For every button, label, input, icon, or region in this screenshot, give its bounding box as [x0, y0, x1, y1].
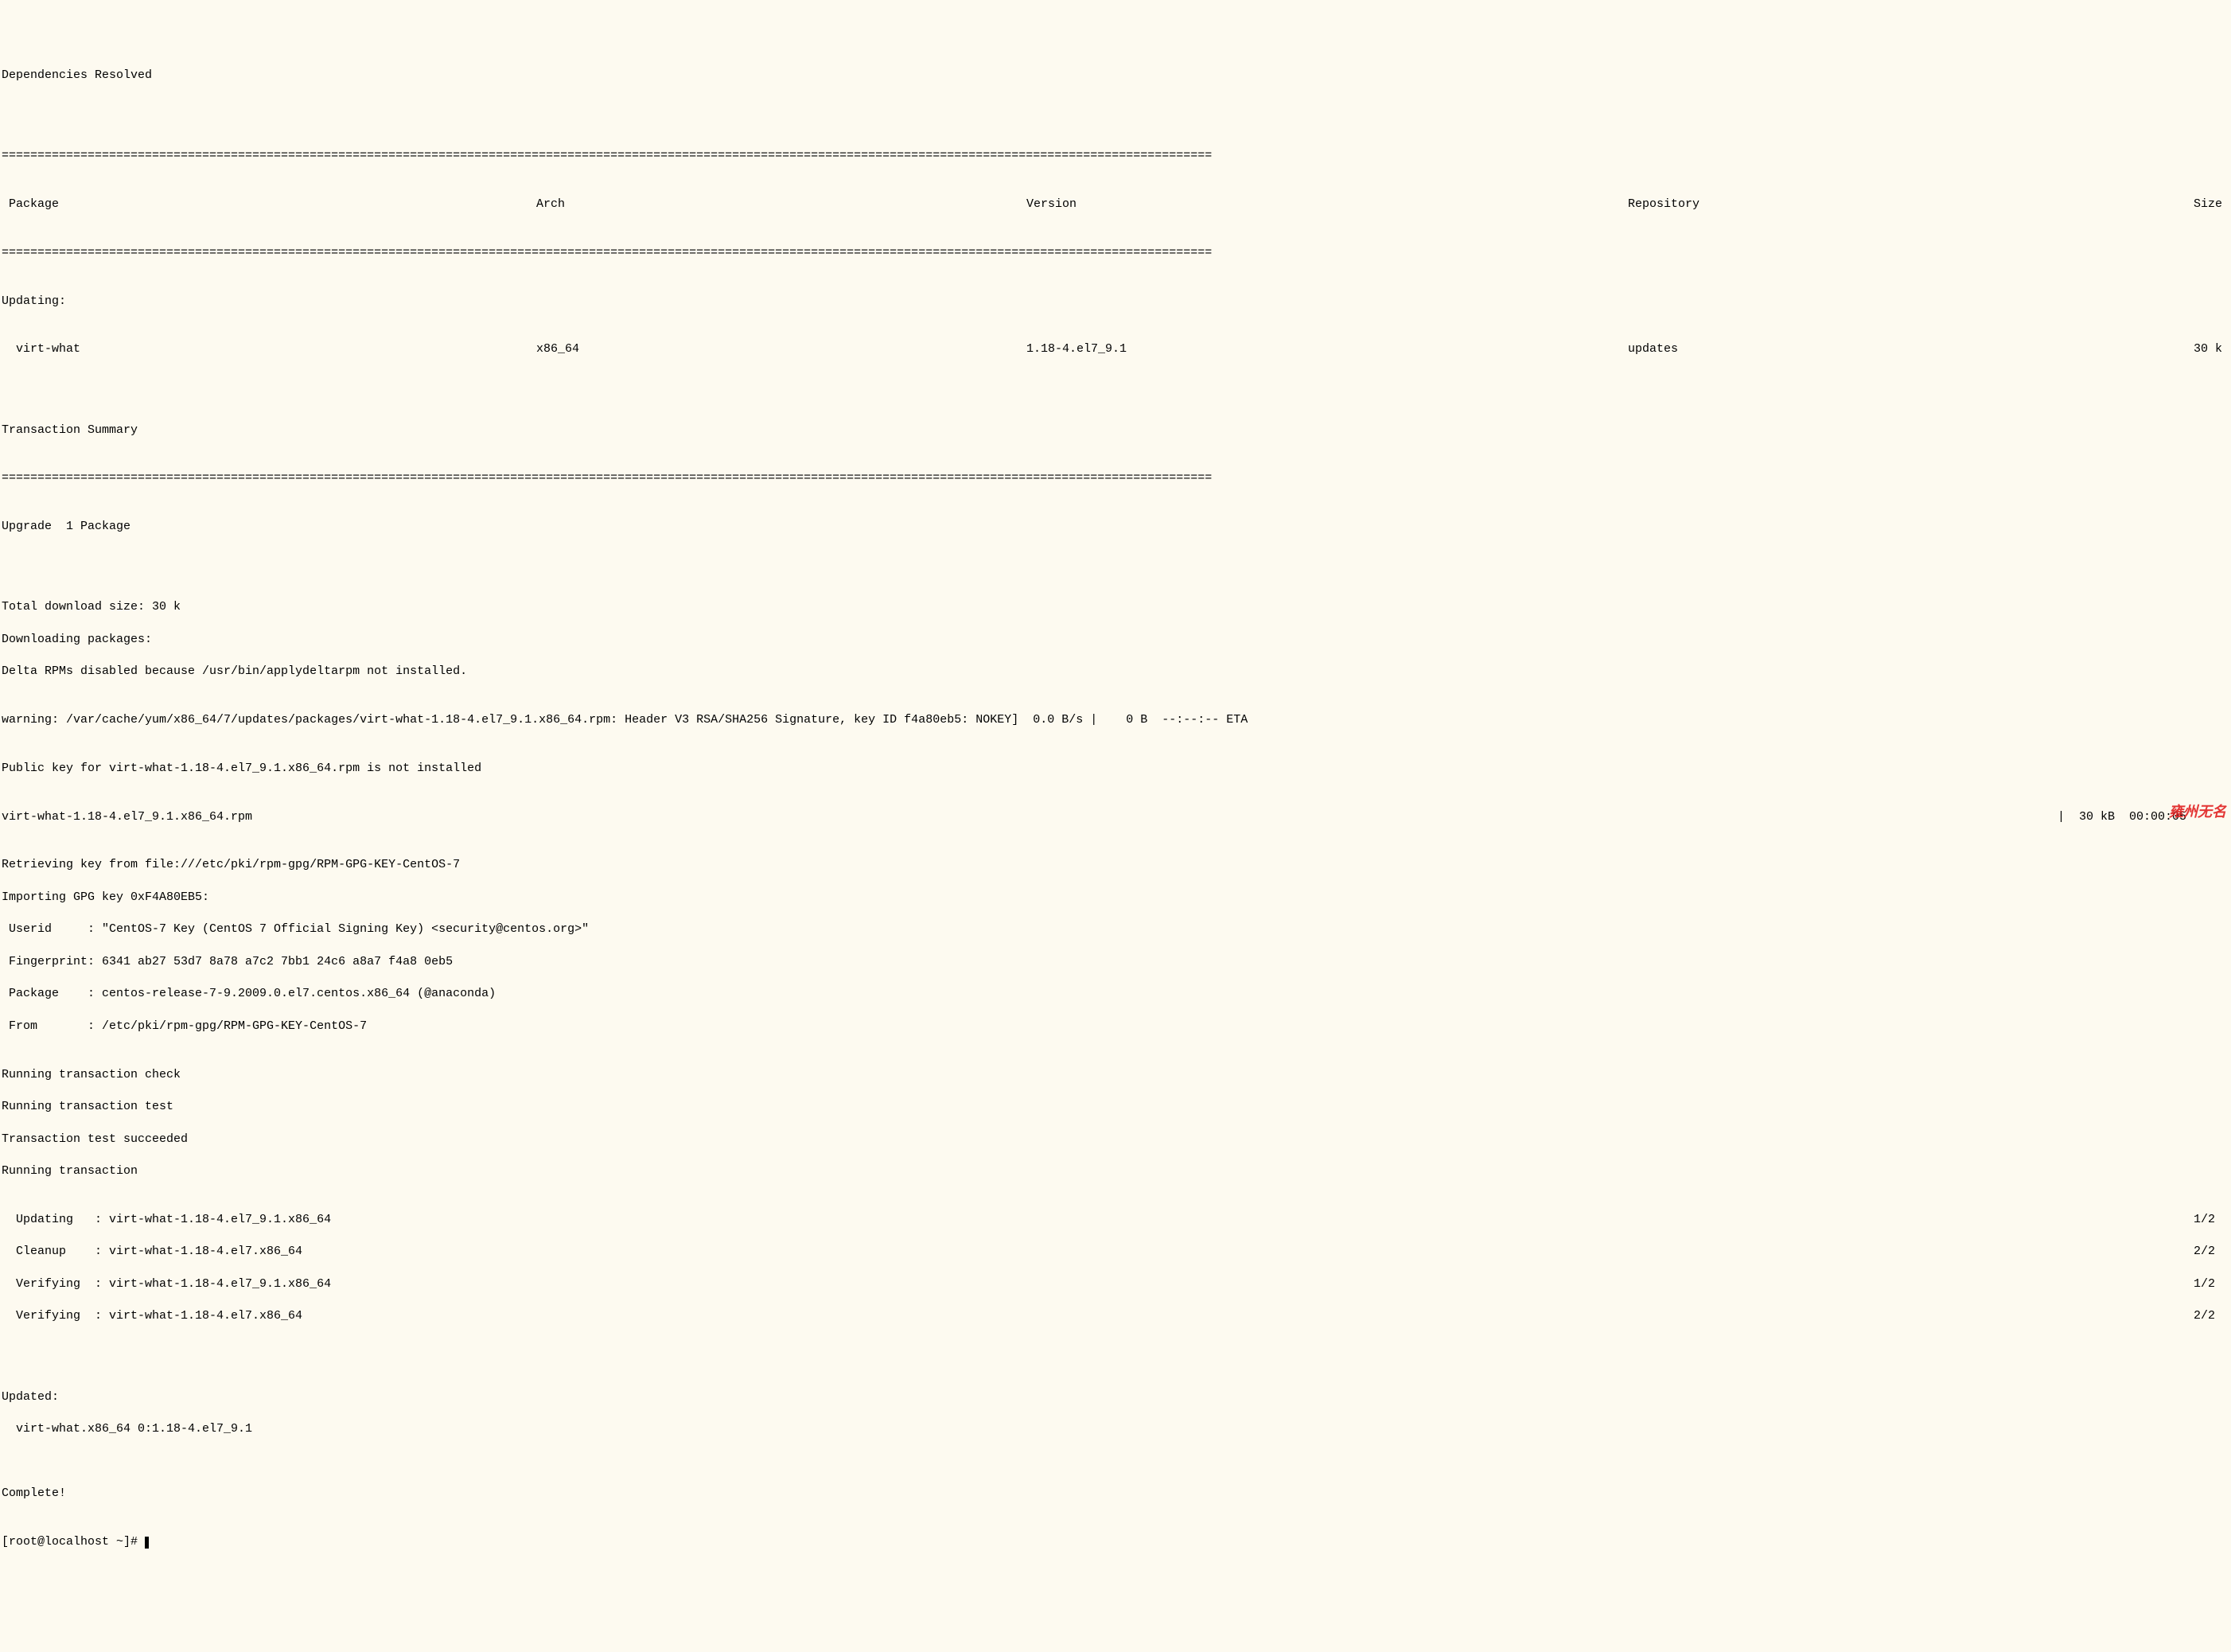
package-version: 1.18-4.el7_9.1 [1026, 341, 1628, 357]
package-size: 30 k [2073, 341, 2229, 357]
updating-label: Updating: [2, 294, 2229, 310]
running-transaction-test: Running transaction test [2, 1099, 2229, 1115]
transaction-summary: Transaction Summary [2, 423, 2229, 438]
gpg-fingerprint: Fingerprint: 6341 ab27 53d7 8a78 a7c2 7b… [2, 954, 2229, 970]
package-name: virt-what [2, 341, 536, 357]
cursor-icon [145, 1537, 149, 1549]
transaction-step: Verifying : virt-what-1.18-4.el7_9.1.x86… [2, 1276, 2229, 1292]
col-header-arch: Arch [536, 197, 1026, 212]
gpg-userid: Userid : "CentOS-7 Key (CentOS 7 Officia… [2, 921, 2229, 937]
blank-line [2, 1454, 2229, 1470]
rpm-download-progress: virt-what-1.18-4.el7_9.1.x86_64.rpm | 30… [2, 809, 2229, 825]
package-arch: x86_64 [536, 341, 1026, 357]
step-label: Verifying : virt-what-1.18-4.el7_9.1.x86… [2, 1276, 2194, 1292]
importing-gpg-key: Importing GPG key 0xF4A80EB5: [2, 890, 2229, 906]
divider-mid: ========================================… [2, 245, 2229, 261]
transaction-step: Verifying : virt-what-1.18-4.el7.x86_64 … [2, 1308, 2229, 1324]
dependencies-header: Dependencies Resolved [2, 68, 2229, 84]
step-progress: 2/2 [2194, 1308, 2229, 1324]
complete: Complete! [2, 1486, 2229, 1502]
column-headers: Package Arch Version Repository Size [2, 197, 2229, 212]
divider-top: ========================================… [2, 148, 2229, 164]
step-label: Updating : virt-what-1.18-4.el7_9.1.x86_… [2, 1212, 2194, 1228]
step-progress: 1/2 [2194, 1212, 2229, 1228]
step-progress: 1/2 [2194, 1276, 2229, 1292]
divider-summary: ========================================… [2, 470, 2229, 486]
col-header-version: Version [1026, 197, 1628, 212]
blank-line [2, 390, 2229, 406]
upgrade-count: Upgrade 1 Package [2, 519, 2229, 535]
shell-prompt[interactable]: [root@localhost ~]# [2, 1534, 2229, 1550]
gpg-package: Package : centos-release-7-9.2009.0.el7.… [2, 986, 2229, 1002]
gpg-from: From : /etc/pki/rpm-gpg/RPM-GPG-KEY-Cent… [2, 1019, 2229, 1034]
watermark: 雍州无名 [2169, 802, 2226, 821]
prompt-text: [root@localhost ~]# [2, 1535, 145, 1549]
running-transaction-check: Running transaction check [2, 1067, 2229, 1083]
col-header-repository: Repository [1628, 197, 2073, 212]
updated-item: virt-what.x86_64 0:1.18-4.el7_9.1 [2, 1421, 2229, 1437]
transaction-test-succeeded: Transaction test succeeded [2, 1132, 2229, 1147]
blank-line [2, 1357, 2229, 1373]
step-label: Cleanup : virt-what-1.18-4.el7.x86_64 [2, 1244, 2194, 1260]
delta-rpms-disabled: Delta RPMs disabled because /usr/bin/app… [2, 664, 2229, 680]
updated-header: Updated: [2, 1389, 2229, 1405]
blank-line [2, 551, 2229, 567]
total-download-size: Total download size: 30 k [2, 599, 2229, 615]
rpm-filename: virt-what-1.18-4.el7_9.1.x86_64.rpm [2, 809, 2058, 825]
retrieving-key: Retrieving key from file:///etc/pki/rpm-… [2, 857, 2229, 873]
transaction-step: Cleanup : virt-what-1.18-4.el7.x86_64 2/… [2, 1244, 2229, 1260]
col-header-package: Package [2, 197, 536, 212]
transaction-step: Updating : virt-what-1.18-4.el7_9.1.x86_… [2, 1212, 2229, 1228]
warning-line: warning: /var/cache/yum/x86_64/7/updates… [2, 712, 2229, 728]
warning-text: warning: /var/cache/yum/x86_64/7/updates… [2, 712, 2229, 728]
downloading-packages: Downloading packages: [2, 632, 2229, 648]
package-row: virt-what x86_64 1.18-4.el7_9.1 updates … [2, 341, 2229, 357]
col-header-size: Size [2073, 197, 2229, 212]
package-repo: updates [1628, 341, 2073, 357]
step-label: Verifying : virt-what-1.18-4.el7.x86_64 [2, 1308, 2194, 1324]
step-progress: 2/2 [2194, 1244, 2229, 1260]
running-transaction: Running transaction [2, 1163, 2229, 1179]
blank-line [2, 100, 2229, 116]
public-key-not-installed: Public key for virt-what-1.18-4.el7_9.1.… [2, 761, 2229, 777]
